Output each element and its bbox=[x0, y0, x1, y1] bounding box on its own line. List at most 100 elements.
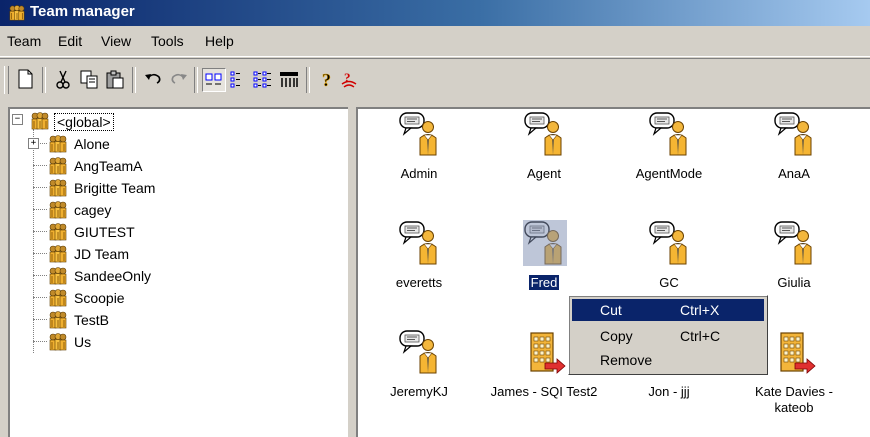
details-view-icon[interactable] bbox=[278, 68, 300, 90]
copy-icon[interactable] bbox=[78, 68, 100, 90]
list-item-label-wrap: Fred bbox=[489, 274, 599, 291]
list-item-label: James - SQI Test2 bbox=[490, 384, 598, 399]
toolbar-grip[interactable] bbox=[4, 66, 9, 94]
paste-icon[interactable] bbox=[104, 68, 126, 90]
tree-node-label: <global> bbox=[54, 113, 114, 131]
toolbar-separator bbox=[306, 67, 310, 93]
pane-splitter[interactable] bbox=[348, 107, 356, 437]
agent-icon bbox=[523, 220, 567, 266]
context-menu-remove[interactable]: Remove bbox=[572, 349, 764, 371]
agent-icon bbox=[398, 329, 442, 375]
agent-icon bbox=[648, 111, 692, 157]
team-app-icon bbox=[8, 5, 26, 21]
team-icon bbox=[48, 289, 68, 307]
team-icon bbox=[48, 223, 68, 241]
tree-line bbox=[33, 297, 47, 298]
svg-text:?: ? bbox=[322, 70, 331, 90]
team-icon bbox=[48, 245, 68, 263]
team-manager-window: Team manager Team Edit View Tools Help ?… bbox=[0, 0, 870, 437]
agent-icon bbox=[523, 111, 567, 157]
new-document-icon[interactable] bbox=[14, 68, 36, 90]
tree-node-label: JD Team bbox=[74, 246, 129, 262]
window-title: Team manager bbox=[30, 3, 135, 20]
team-icon bbox=[48, 135, 68, 153]
tree-node-label: cagey bbox=[74, 202, 112, 218]
building-icon bbox=[773, 329, 817, 375]
collapse-toggle[interactable]: − bbox=[12, 114, 23, 125]
team-icon bbox=[48, 311, 68, 329]
context-menu-copy[interactable]: Copy Ctrl+C bbox=[572, 325, 764, 347]
expand-toggle[interactable]: + bbox=[28, 138, 39, 149]
large-icons-view-icon[interactable] bbox=[202, 68, 226, 92]
help-icon[interactable]: ? bbox=[316, 68, 338, 91]
toolbar: ? ? bbox=[0, 58, 870, 107]
tree-line bbox=[33, 275, 47, 276]
team-icon bbox=[48, 201, 68, 219]
list-item-label: Kate Davies - kateob bbox=[754, 384, 834, 415]
list-item-label: AgentMode bbox=[635, 166, 703, 181]
undo-icon[interactable] bbox=[142, 68, 164, 90]
tree-line bbox=[33, 209, 47, 210]
menu-item-label: Remove bbox=[600, 352, 653, 368]
menu-view[interactable]: View bbox=[101, 33, 131, 49]
team-icon bbox=[48, 333, 68, 351]
menu-help[interactable]: Help bbox=[205, 33, 234, 49]
tree-line bbox=[33, 341, 47, 342]
redo-icon[interactable] bbox=[168, 68, 190, 90]
team-icon bbox=[48, 179, 68, 197]
menu-bar: Team Edit View Tools Help bbox=[0, 27, 870, 57]
team-tree[interactable]: − <global> + Alone AngTeamA Brigitte Tea… bbox=[8, 107, 348, 437]
team-icon bbox=[30, 112, 50, 130]
list-item[interactable]: everetts bbox=[364, 220, 474, 320]
tree-node-label: AngTeamA bbox=[74, 158, 143, 174]
title-bar[interactable]: Team manager bbox=[0, 0, 870, 26]
tree-node-label: Brigitte Team bbox=[74, 180, 156, 196]
small-icons-view-icon[interactable] bbox=[228, 68, 250, 90]
whats-this-icon[interactable]: ? bbox=[338, 68, 360, 90]
context-menu: Cut Ctrl+X Copy Ctrl+C Remove bbox=[568, 295, 768, 375]
tree-node-label: SandeeOnly bbox=[74, 268, 152, 284]
agent-icon bbox=[398, 220, 442, 266]
list-item-label: Fred bbox=[527, 274, 561, 291]
menu-edit[interactable]: Edit bbox=[58, 33, 82, 49]
list-item-label: Giulia bbox=[777, 275, 811, 290]
list-item-label: everetts bbox=[395, 275, 443, 290]
list-item-label: Agent bbox=[527, 166, 561, 181]
menu-tools[interactable]: Tools bbox=[151, 33, 184, 49]
tree-line bbox=[33, 253, 47, 254]
agent-icon bbox=[398, 111, 442, 157]
list-item[interactable]: AnaA bbox=[739, 111, 849, 211]
list-item-label: Admin bbox=[400, 166, 438, 181]
tree-node-label: Scoopie bbox=[74, 290, 125, 306]
agent-icon bbox=[773, 220, 817, 266]
tree-node-label: GIUTEST bbox=[74, 224, 135, 240]
team-icon bbox=[48, 157, 68, 175]
list-item-label: Jon - jjj bbox=[648, 384, 690, 399]
menu-item-label: Copy bbox=[600, 328, 633, 344]
list-item[interactable]: Agent bbox=[489, 111, 599, 211]
toolbar-separator bbox=[132, 67, 136, 93]
tree-node-label: Alone bbox=[74, 136, 110, 152]
agent-icon bbox=[648, 220, 692, 266]
agent-icon bbox=[773, 111, 817, 157]
list-view-icon[interactable] bbox=[252, 68, 274, 90]
cut-icon[interactable] bbox=[52, 68, 74, 90]
member-list[interactable]: Admin Agent AgentMode AnaA everetts Fred… bbox=[356, 107, 870, 437]
tree-node-label: Us bbox=[74, 334, 92, 350]
menu-team[interactable]: Team bbox=[7, 33, 41, 49]
list-item[interactable]: JeremyKJ bbox=[364, 329, 474, 429]
menu-item-label: Cut bbox=[600, 302, 622, 318]
tree-line bbox=[33, 231, 47, 232]
list-item-label: GC bbox=[659, 275, 679, 290]
context-menu-cut[interactable]: Cut Ctrl+X bbox=[572, 299, 764, 321]
list-item[interactable]: Admin bbox=[364, 111, 474, 211]
tree-line bbox=[33, 319, 47, 320]
menu-item-shortcut: Ctrl+C bbox=[680, 328, 721, 344]
toolbar-separator bbox=[42, 67, 46, 93]
tree-node-label: TestB bbox=[74, 312, 110, 328]
list-item-label: JeremyKJ bbox=[390, 384, 448, 399]
menu-item-shortcut: Ctrl+X bbox=[680, 302, 720, 318]
toolbar-separator bbox=[194, 67, 198, 93]
team-icon bbox=[48, 267, 68, 285]
list-item[interactable]: AgentMode bbox=[614, 111, 724, 211]
